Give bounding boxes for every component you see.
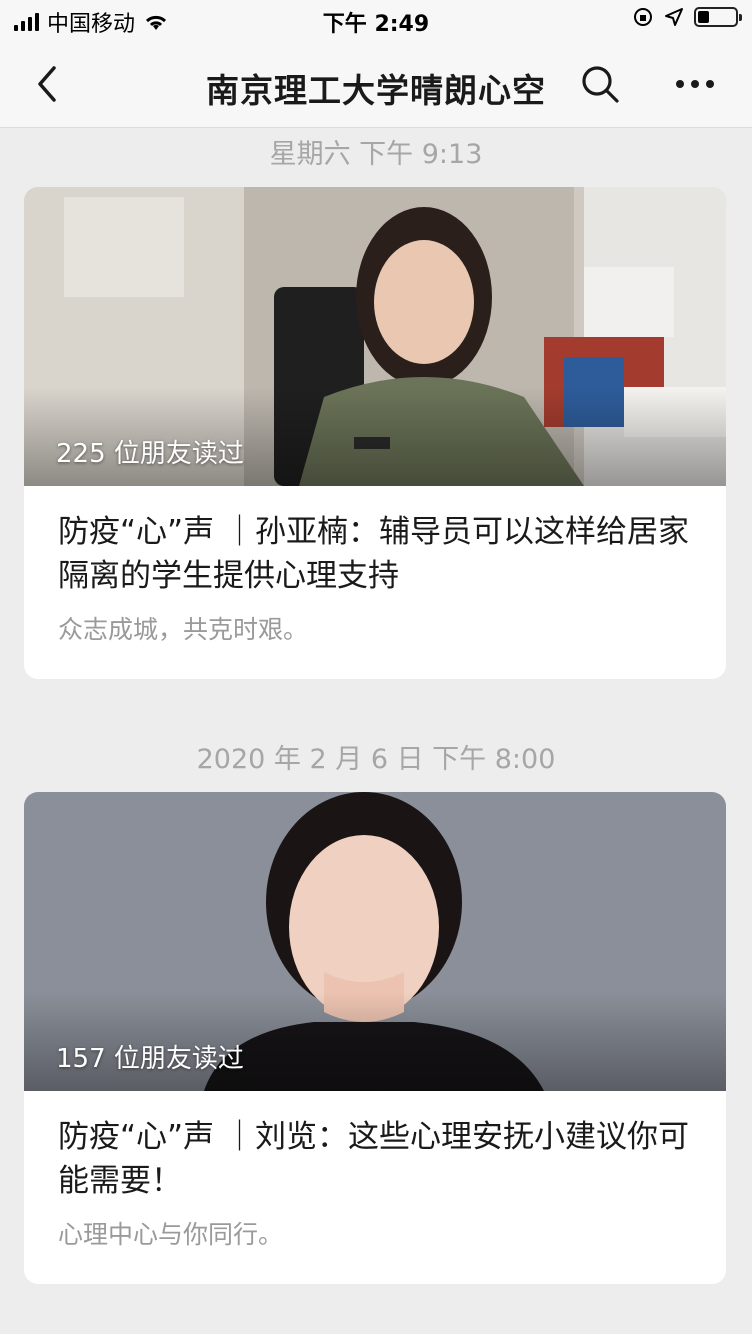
search-icon[interactable]	[578, 62, 622, 106]
read-count: 157 位朋友读过	[56, 1044, 244, 1074]
article-title[interactable]: 防疫“心”声 ｜刘览：这些心理安抚小建议你可能需要！	[24, 1091, 726, 1203]
location-icon	[665, 8, 683, 26]
article-title[interactable]: 防疫“心”声 ｜孙亚楠：辅导员可以这样给居家隔离的学生提供心理支持	[24, 486, 726, 598]
status-bar: 中国移动 下午 2:49	[0, 0, 752, 40]
battery-icon	[694, 7, 742, 27]
article-digest: 心理中心与你同行。	[58, 1220, 284, 1249]
article-digest: 众志成城，共克时艰。	[58, 615, 309, 644]
more-icon[interactable]	[670, 62, 720, 106]
read-count: 225 位朋友读过	[56, 439, 244, 469]
page-title: 南京理工大学晴朗心空	[206, 71, 546, 110]
date-separator: 2020 年 2 月 6 日 下午 8:00	[196, 744, 556, 775]
article-card[interactable]: 157 位朋友读过 防疫“心”声 ｜刘览：这些心理安抚小建议你可能需要！ 心理中…	[24, 792, 726, 1284]
orientation-lock-icon	[634, 8, 652, 26]
article-card[interactable]: 225 位朋友读过 防疫“心”声 ｜孙亚楠：辅导员可以这样给居家隔离的学生提供心…	[24, 187, 726, 679]
article-thumbnail[interactable]: 225 位朋友读过	[24, 187, 726, 486]
article-thumbnail[interactable]: 157 位朋友读过	[24, 792, 726, 1091]
date-separator: 星期六 下午 9:13	[269, 139, 483, 170]
nav-bar: 南京理工大学晴朗心空	[0, 40, 752, 128]
